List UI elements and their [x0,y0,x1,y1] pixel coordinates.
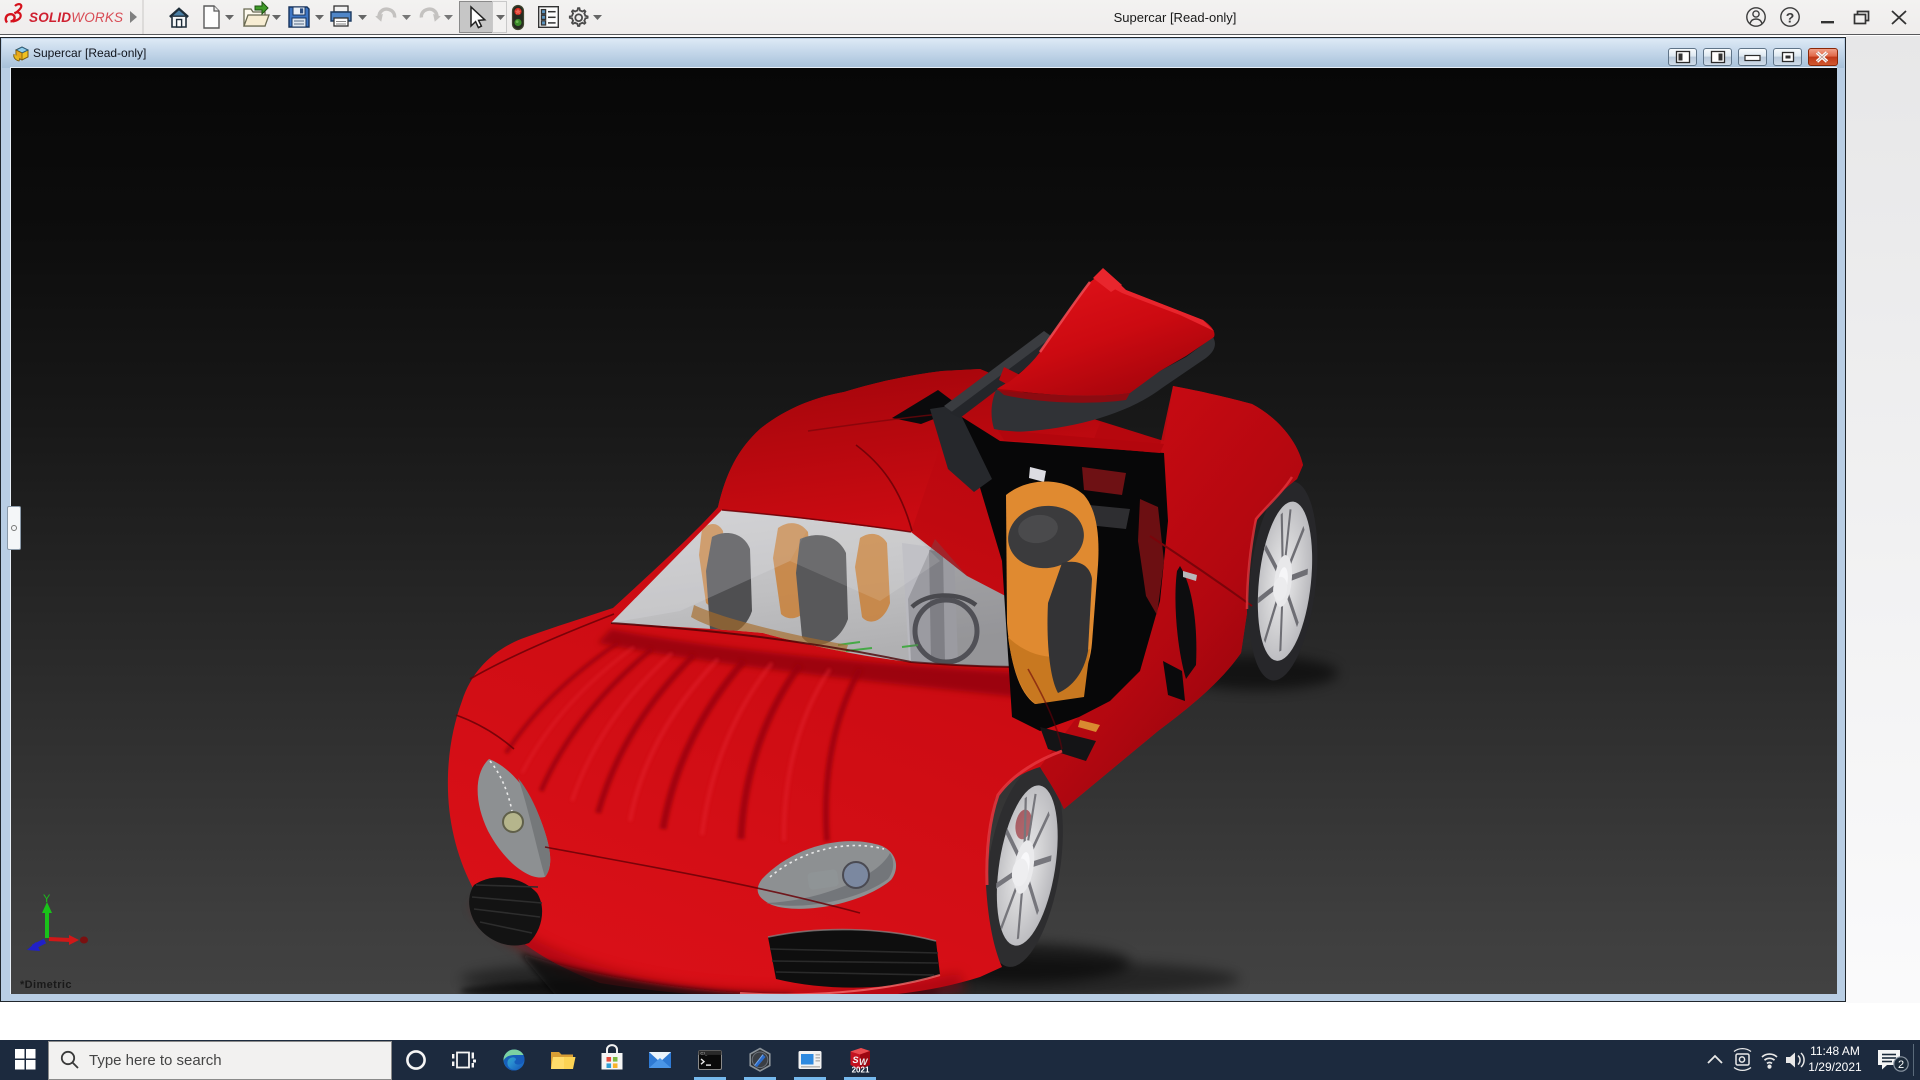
svg-text:SOLIDWORKS: SOLIDWORKS [29,10,123,25]
svg-text:2: 2 [1898,1059,1904,1071]
svg-text:C:\_: C:\_ [701,1051,709,1055]
svg-text:?: ? [1786,10,1795,26]
svg-text:S: S [853,1055,859,1065]
svg-text:Y: Y [43,893,51,905]
svg-text:2021: 2021 [852,1066,870,1075]
